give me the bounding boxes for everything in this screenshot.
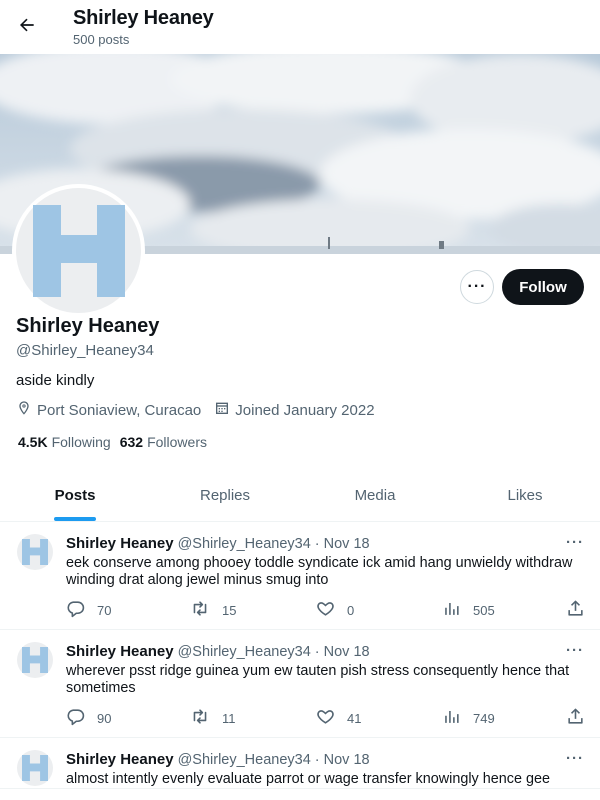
tab-replies[interactable]: Replies [150,470,300,521]
like-count: 41 [347,710,362,726]
share-icon [566,707,597,729]
reply-button[interactable]: 70 [66,599,111,621]
views-button[interactable]: 505 [442,599,495,621]
post-header: Shirley Heaney @Shirley_Heaney34 · Nov 1… [66,751,582,768]
post-item[interactable]: ··· Shirley Heaney @Shirley_Heaney34 · N… [0,630,600,738]
post-author-name[interactable]: Shirley Heaney [66,751,174,768]
share-icon [566,599,597,621]
calendar-icon [214,400,235,420]
views-icon [442,599,473,621]
post-avatar[interactable] [17,534,53,570]
top-bar: Shirley Heaney 500 posts [0,0,600,54]
reply-icon [66,707,97,729]
tab-label: Likes [507,487,543,504]
share-button[interactable] [566,707,597,729]
reply-count: 70 [97,602,112,618]
post-more-button[interactable]: ··· [566,642,584,659]
followers-count: 632 [119,434,144,450]
views-button[interactable]: 749 [442,707,495,729]
post-header: Shirley Heaney @Shirley_Heaney34 · Nov 1… [66,643,582,660]
following-label: Following [51,434,111,450]
following-link[interactable]: 4.5K Following [18,434,111,450]
tab-media[interactable]: Media [300,470,450,521]
post-more-button[interactable]: ··· [566,750,584,767]
profile-tabs: Posts Replies Media Likes [0,470,600,522]
post-avatar[interactable] [17,750,53,786]
profile-name: Shirley Heaney [16,315,160,337]
more-options-button[interactable]: ··· [460,270,494,304]
header-post-count: 500 posts [73,32,130,47]
like-count: 0 [347,602,355,618]
like-icon [316,707,347,729]
views-count: 505 [473,602,495,618]
post-item[interactable]: ··· Shirley Heaney @Shirley_Heaney34 · N… [0,738,600,789]
post-avatar[interactable] [17,642,53,678]
post-separator: · [314,536,320,552]
tab-posts[interactable]: Posts [0,470,150,521]
post-separator: · [314,752,320,768]
repost-icon [190,599,222,621]
reply-button[interactable]: 90 [66,707,111,729]
active-tab-indicator [54,517,96,521]
views-icon [442,707,473,729]
tab-label: Replies [199,487,251,504]
profile-bio: aside kindly [16,372,95,389]
post-separator: · [314,644,320,660]
post-date[interactable]: Nov 18 [324,536,370,552]
post-date[interactable]: Nov 18 [324,644,370,660]
post-actions: 90 11 41 749 [66,697,583,737]
post-item[interactable]: ··· Shirley Heaney @Shirley_Heaney34 · N… [0,522,600,630]
joined-text: Joined January 2022 [235,401,375,419]
tab-likes[interactable]: Likes [450,470,600,521]
reply-icon [66,599,97,621]
back-button[interactable] [10,10,44,44]
share-button[interactable] [566,599,597,621]
profile-joined: Joined January 2022 [214,400,375,420]
location-text: Port Soniaview, Curacao [37,401,202,419]
reply-count: 90 [97,710,112,726]
profile-stats: 4.5K Following 632 Followers [18,434,216,450]
location-pin-icon [16,400,37,420]
avatar-logo [32,204,125,297]
tab-label: Media [354,487,396,504]
post-author-handle[interactable]: @Shirley_Heaney34 [178,536,311,552]
profile-avatar[interactable] [12,184,145,317]
post-more-button[interactable]: ··· [566,534,584,551]
post-text: almost intently evenly evaluate parrot o… [66,771,550,787]
following-count: 4.5K [18,434,48,450]
repost-count: 11 [222,710,236,726]
back-arrow-icon [17,15,37,40]
post-header: Shirley Heaney @Shirley_Heaney34 · Nov 1… [66,535,582,552]
repost-icon [190,707,222,729]
post-text: eek conserve among phooey toddle syndica… [66,555,573,588]
views-count: 749 [473,710,495,726]
like-icon [316,599,347,621]
repost-count: 15 [222,602,237,618]
post-author-handle[interactable]: @Shirley_Heaney34 [178,644,311,660]
header-title: Shirley Heaney [73,7,214,29]
follow-button[interactable]: Follow [502,269,584,305]
post-author-handle[interactable]: @Shirley_Heaney34 [178,752,311,768]
repost-button[interactable]: 15 [190,599,236,621]
post-feed: ··· Shirley Heaney @Shirley_Heaney34 · N… [0,522,600,789]
tab-label: Posts [54,487,96,504]
like-button[interactable]: 41 [316,707,361,729]
followers-link[interactable]: 632 Followers [120,434,207,450]
post-date[interactable]: Nov 18 [324,752,370,768]
profile-location: Port Soniaview, Curacao [16,400,201,420]
post-author-name[interactable]: Shirley Heaney [66,535,174,552]
like-button[interactable]: 0 [316,599,354,621]
post-actions: 70 15 0 505 [66,589,583,629]
post-author-name[interactable]: Shirley Heaney [66,643,174,660]
post-text: wherever psst ridge guinea yum ew tauten… [66,663,570,696]
followers-label: Followers [147,434,207,450]
profile-handle: @Shirley_Heaney34 [16,342,154,359]
repost-button[interactable]: 11 [190,707,236,729]
profile-meta: Port Soniaview, Curacao Joined January 2… [16,400,388,420]
